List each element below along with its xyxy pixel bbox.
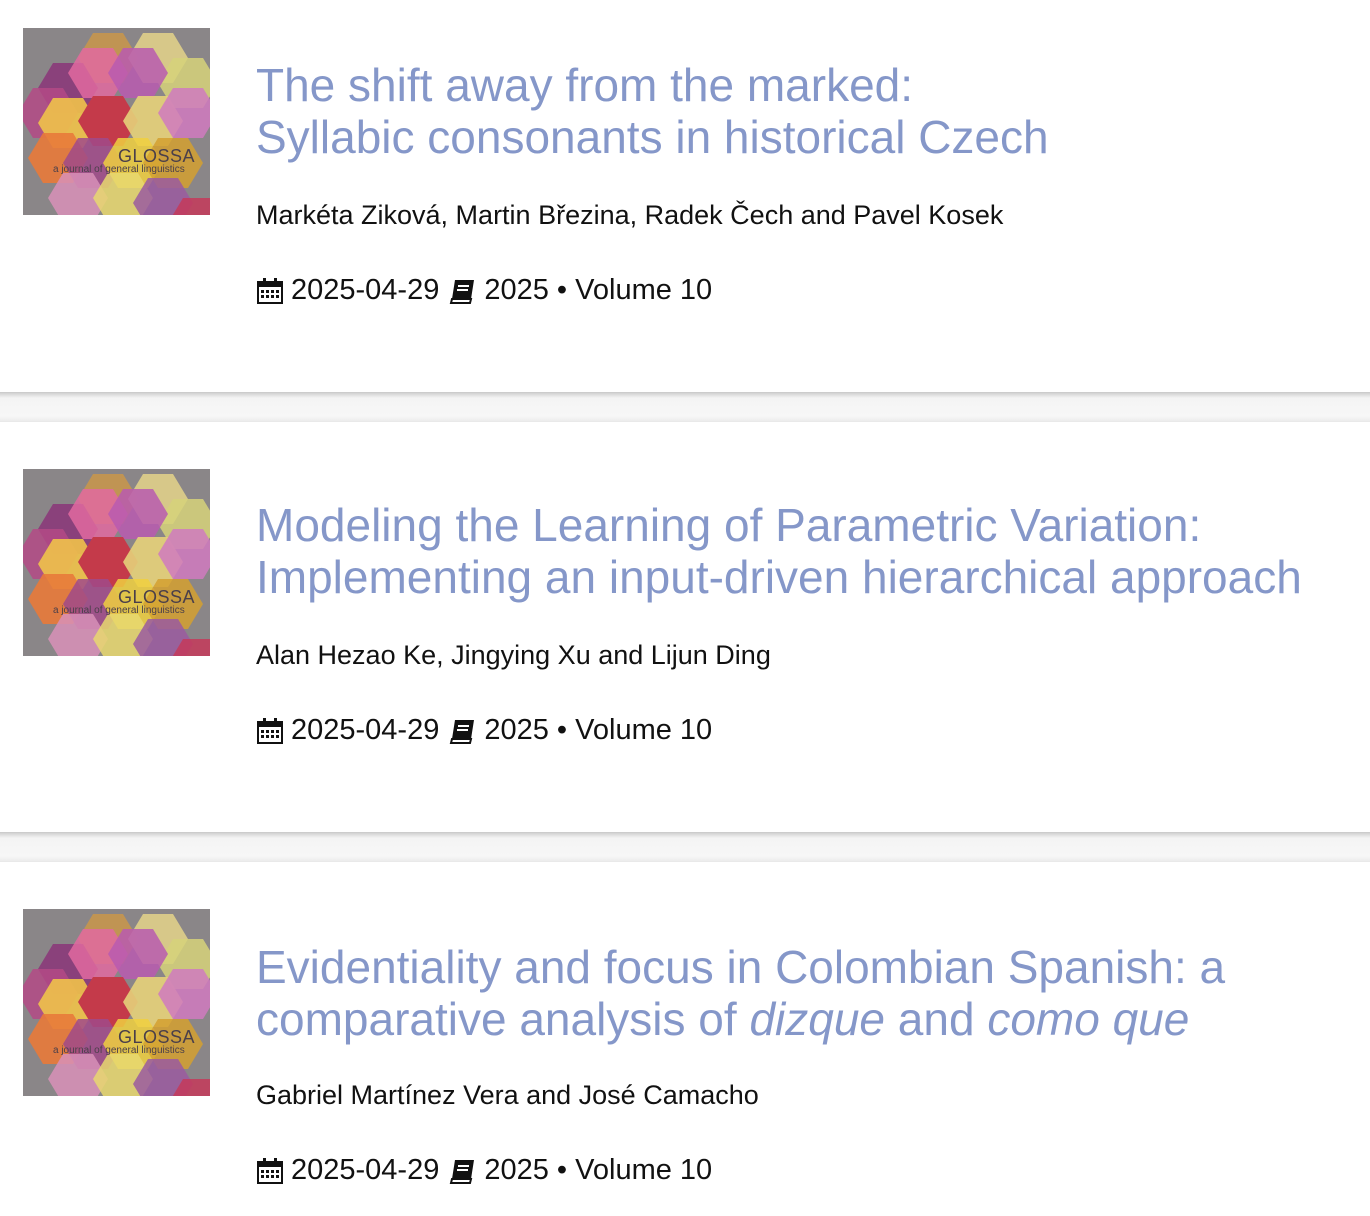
glossa-cover-art	[23, 469, 210, 656]
article-date: 2025-04-29	[291, 714, 440, 746]
article-authors: Gabriel Martínez Vera and José Camacho	[256, 1080, 759, 1110]
article-title-line: Implementing an input-driven hierarchica…	[256, 551, 1302, 603]
article-divider	[0, 392, 1370, 422]
calendar-icon	[256, 1157, 284, 1185]
article-authors: Markéta Ziková, Martin Březina, Radek Če…	[256, 200, 1004, 230]
title-text: and	[885, 993, 988, 1045]
article-meta: 2025-04-29 2025 • Volume 10	[256, 714, 712, 747]
article-card: GLOSSA a journal of general linguistics …	[0, 0, 1370, 392]
journal-cover-image[interactable]: GLOSSA a journal of general linguistics	[23, 28, 210, 215]
glossa-cover-art	[23, 28, 210, 215]
title-emphasis: dizque	[749, 993, 886, 1045]
article-title-link[interactable]: The shift away from the marked: Syllabic…	[256, 59, 1356, 163]
article-volume: Volume 10	[575, 274, 713, 306]
article-title-line: Modeling the Learning of Parametric Vari…	[256, 499, 1202, 551]
article-title-link[interactable]: Modeling the Learning of Parametric Vari…	[256, 499, 1356, 603]
volume-separator: •	[556, 274, 568, 306]
article-title-line: Syllabic consonants in historical Czech	[256, 111, 1049, 163]
article-volume: Volume 10	[575, 1154, 713, 1186]
article-year: 2025	[484, 274, 549, 306]
article-title-link[interactable]: Evidentiality and focus in Colombian Spa…	[256, 941, 1356, 1045]
cover-subtitle: a journal of general linguistics	[53, 605, 185, 616]
article-title-line: comparative analysis of dizque and como …	[256, 993, 1356, 1045]
article-year: 2025	[484, 714, 549, 746]
article-card: GLOSSA a journal of general linguistics …	[0, 422, 1370, 832]
calendar-icon	[256, 717, 284, 745]
journal-cover-image[interactable]: GLOSSA a journal of general linguistics	[23, 909, 210, 1096]
cover-subtitle: a journal of general linguistics	[53, 1045, 185, 1056]
article-authors: Alan Hezao Ke, Jingying Xu and Lijun Din…	[256, 640, 771, 670]
volume-separator: •	[556, 1154, 568, 1186]
calendar-icon	[256, 277, 284, 305]
article-meta: 2025-04-29 2025 • Volume 10	[256, 1154, 712, 1187]
journal-cover-image[interactable]: GLOSSA a journal of general linguistics	[23, 469, 210, 656]
article-title-line: Evidentiality and focus in Colombian Spa…	[256, 941, 1226, 993]
article-volume: Volume 10	[575, 714, 713, 746]
article-divider	[0, 832, 1370, 862]
article-year: 2025	[484, 1154, 549, 1186]
article-card: GLOSSA a journal of general linguistics …	[0, 862, 1370, 1216]
article-date: 2025-04-29	[291, 1154, 440, 1186]
glossa-cover-art	[23, 909, 210, 1096]
article-date: 2025-04-29	[291, 274, 440, 306]
book-icon	[449, 1157, 477, 1185]
title-emphasis: como que	[987, 993, 1190, 1045]
article-title-line: The shift away from the marked:	[256, 59, 914, 111]
title-text: comparative analysis of	[256, 993, 750, 1045]
cover-subtitle: a journal of general linguistics	[53, 164, 185, 175]
book-icon	[449, 277, 477, 305]
volume-separator: •	[556, 714, 568, 746]
article-meta: 2025-04-29 2025 • Volume 10	[256, 274, 712, 307]
book-icon	[449, 717, 477, 745]
